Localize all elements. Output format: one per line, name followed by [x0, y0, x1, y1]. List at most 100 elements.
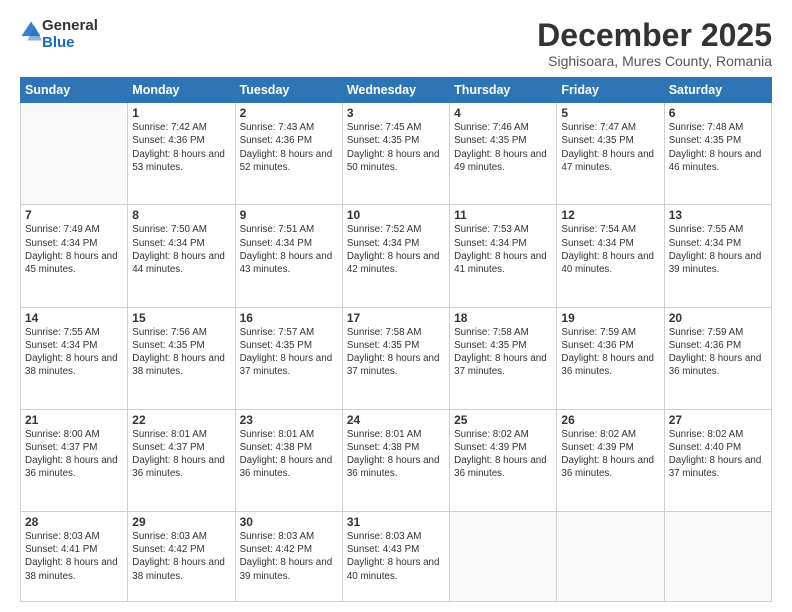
calendar-cell: 28Sunrise: 8:03 AMSunset: 4:41 PMDayligh… — [21, 511, 128, 601]
cell-info: Sunrise: 7:58 AMSunset: 4:35 PMDaylight:… — [454, 326, 552, 379]
day-number: 30 — [240, 515, 338, 529]
calendar-header-thursday: Thursday — [450, 78, 557, 103]
calendar-cell — [450, 511, 557, 601]
cell-info: Sunrise: 8:03 AMSunset: 4:42 PMDaylight:… — [240, 530, 338, 583]
calendar-cell: 17Sunrise: 7:58 AMSunset: 4:35 PMDayligh… — [342, 307, 449, 409]
calendar-header-friday: Friday — [557, 78, 664, 103]
day-number: 28 — [25, 515, 123, 529]
day-number: 20 — [669, 311, 767, 325]
calendar-cell: 1Sunrise: 7:42 AMSunset: 4:36 PMDaylight… — [128, 103, 235, 205]
calendar-cell: 23Sunrise: 8:01 AMSunset: 4:38 PMDayligh… — [235, 409, 342, 511]
calendar-header-sunday: Sunday — [21, 78, 128, 103]
calendar-cell: 15Sunrise: 7:56 AMSunset: 4:35 PMDayligh… — [128, 307, 235, 409]
cell-info: Sunrise: 7:55 AMSunset: 4:34 PMDaylight:… — [669, 223, 767, 276]
cell-info: Sunrise: 7:54 AMSunset: 4:34 PMDaylight:… — [561, 223, 659, 276]
calendar-cell: 20Sunrise: 7:59 AMSunset: 4:36 PMDayligh… — [664, 307, 771, 409]
cell-info: Sunrise: 7:50 AMSunset: 4:34 PMDaylight:… — [132, 223, 230, 276]
day-number: 23 — [240, 413, 338, 427]
calendar-cell: 24Sunrise: 8:01 AMSunset: 4:38 PMDayligh… — [342, 409, 449, 511]
calendar-cell: 30Sunrise: 8:03 AMSunset: 4:42 PMDayligh… — [235, 511, 342, 601]
cell-info: Sunrise: 8:02 AMSunset: 4:40 PMDaylight:… — [669, 428, 767, 481]
calendar-cell: 4Sunrise: 7:46 AMSunset: 4:35 PMDaylight… — [450, 103, 557, 205]
calendar-week-row: 28Sunrise: 8:03 AMSunset: 4:41 PMDayligh… — [21, 511, 772, 601]
day-number: 18 — [454, 311, 552, 325]
calendar-cell: 9Sunrise: 7:51 AMSunset: 4:34 PMDaylight… — [235, 205, 342, 307]
cell-info: Sunrise: 8:01 AMSunset: 4:38 PMDaylight:… — [347, 428, 445, 481]
cell-info: Sunrise: 7:57 AMSunset: 4:35 PMDaylight:… — [240, 326, 338, 379]
calendar-table: SundayMondayTuesdayWednesdayThursdayFrid… — [20, 77, 772, 602]
day-number: 6 — [669, 106, 767, 120]
day-number: 14 — [25, 311, 123, 325]
calendar-cell: 29Sunrise: 8:03 AMSunset: 4:42 PMDayligh… — [128, 511, 235, 601]
calendar-cell: 31Sunrise: 8:03 AMSunset: 4:43 PMDayligh… — [342, 511, 449, 601]
cell-info: Sunrise: 8:03 AMSunset: 4:43 PMDaylight:… — [347, 530, 445, 583]
cell-info: Sunrise: 7:55 AMSunset: 4:34 PMDaylight:… — [25, 326, 123, 379]
calendar-week-row: 1Sunrise: 7:42 AMSunset: 4:36 PMDaylight… — [21, 103, 772, 205]
cell-info: Sunrise: 7:58 AMSunset: 4:35 PMDaylight:… — [347, 326, 445, 379]
cell-info: Sunrise: 7:42 AMSunset: 4:36 PMDaylight:… — [132, 121, 230, 174]
calendar-cell: 26Sunrise: 8:02 AMSunset: 4:39 PMDayligh… — [557, 409, 664, 511]
day-number: 11 — [454, 208, 552, 222]
calendar-cell: 10Sunrise: 7:52 AMSunset: 4:34 PMDayligh… — [342, 205, 449, 307]
day-number: 29 — [132, 515, 230, 529]
day-number: 5 — [561, 106, 659, 120]
calendar-header-row: SundayMondayTuesdayWednesdayThursdayFrid… — [21, 78, 772, 103]
cell-info: Sunrise: 7:59 AMSunset: 4:36 PMDaylight:… — [561, 326, 659, 379]
calendar-cell: 25Sunrise: 8:02 AMSunset: 4:39 PMDayligh… — [450, 409, 557, 511]
calendar-cell: 2Sunrise: 7:43 AMSunset: 4:36 PMDaylight… — [235, 103, 342, 205]
cell-info: Sunrise: 7:46 AMSunset: 4:35 PMDaylight:… — [454, 121, 552, 174]
logo: General Blue — [20, 18, 98, 51]
calendar-cell: 14Sunrise: 7:55 AMSunset: 4:34 PMDayligh… — [21, 307, 128, 409]
day-number: 13 — [669, 208, 767, 222]
cell-info: Sunrise: 7:48 AMSunset: 4:35 PMDaylight:… — [669, 121, 767, 174]
day-number: 1 — [132, 106, 230, 120]
calendar-cell: 27Sunrise: 8:02 AMSunset: 4:40 PMDayligh… — [664, 409, 771, 511]
calendar-cell: 6Sunrise: 7:48 AMSunset: 4:35 PMDaylight… — [664, 103, 771, 205]
calendar-cell: 11Sunrise: 7:53 AMSunset: 4:34 PMDayligh… — [450, 205, 557, 307]
month-title: December 2025 — [537, 18, 772, 53]
calendar-cell: 12Sunrise: 7:54 AMSunset: 4:34 PMDayligh… — [557, 205, 664, 307]
calendar-cell: 5Sunrise: 7:47 AMSunset: 4:35 PMDaylight… — [557, 103, 664, 205]
day-number: 16 — [240, 311, 338, 325]
title-block: December 2025 Sighisoara, Mures County, … — [537, 18, 772, 69]
calendar-cell — [557, 511, 664, 601]
day-number: 15 — [132, 311, 230, 325]
cell-info: Sunrise: 8:03 AMSunset: 4:41 PMDaylight:… — [25, 530, 123, 583]
calendar-cell — [664, 511, 771, 601]
logo-general: General — [42, 17, 98, 34]
day-number: 22 — [132, 413, 230, 427]
page: General Blue December 2025 Sighisoara, M… — [0, 0, 792, 612]
day-number: 21 — [25, 413, 123, 427]
day-number: 12 — [561, 208, 659, 222]
day-number: 3 — [347, 106, 445, 120]
cell-info: Sunrise: 7:45 AMSunset: 4:35 PMDaylight:… — [347, 121, 445, 174]
day-number: 2 — [240, 106, 338, 120]
cell-info: Sunrise: 7:43 AMSunset: 4:36 PMDaylight:… — [240, 121, 338, 174]
cell-info: Sunrise: 7:49 AMSunset: 4:34 PMDaylight:… — [25, 223, 123, 276]
day-number: 24 — [347, 413, 445, 427]
day-number: 17 — [347, 311, 445, 325]
calendar-cell: 13Sunrise: 7:55 AMSunset: 4:34 PMDayligh… — [664, 205, 771, 307]
day-number: 7 — [25, 208, 123, 222]
calendar-cell: 3Sunrise: 7:45 AMSunset: 4:35 PMDaylight… — [342, 103, 449, 205]
cell-info: Sunrise: 8:02 AMSunset: 4:39 PMDaylight:… — [561, 428, 659, 481]
day-number: 26 — [561, 413, 659, 427]
header: General Blue December 2025 Sighisoara, M… — [20, 18, 772, 69]
day-number: 10 — [347, 208, 445, 222]
calendar-week-row: 21Sunrise: 8:00 AMSunset: 4:37 PMDayligh… — [21, 409, 772, 511]
cell-info: Sunrise: 7:56 AMSunset: 4:35 PMDaylight:… — [132, 326, 230, 379]
calendar-header-saturday: Saturday — [664, 78, 771, 103]
cell-info: Sunrise: 7:51 AMSunset: 4:34 PMDaylight:… — [240, 223, 338, 276]
cell-info: Sunrise: 8:03 AMSunset: 4:42 PMDaylight:… — [132, 530, 230, 583]
calendar-cell: 16Sunrise: 7:57 AMSunset: 4:35 PMDayligh… — [235, 307, 342, 409]
day-number: 8 — [132, 208, 230, 222]
day-number: 9 — [240, 208, 338, 222]
cell-info: Sunrise: 8:01 AMSunset: 4:38 PMDaylight:… — [240, 428, 338, 481]
logo-text: General Blue — [42, 18, 98, 51]
calendar-cell: 7Sunrise: 7:49 AMSunset: 4:34 PMDaylight… — [21, 205, 128, 307]
calendar-header-wednesday: Wednesday — [342, 78, 449, 103]
day-number: 19 — [561, 311, 659, 325]
day-number: 31 — [347, 515, 445, 529]
cell-info: Sunrise: 7:53 AMSunset: 4:34 PMDaylight:… — [454, 223, 552, 276]
day-number: 25 — [454, 413, 552, 427]
